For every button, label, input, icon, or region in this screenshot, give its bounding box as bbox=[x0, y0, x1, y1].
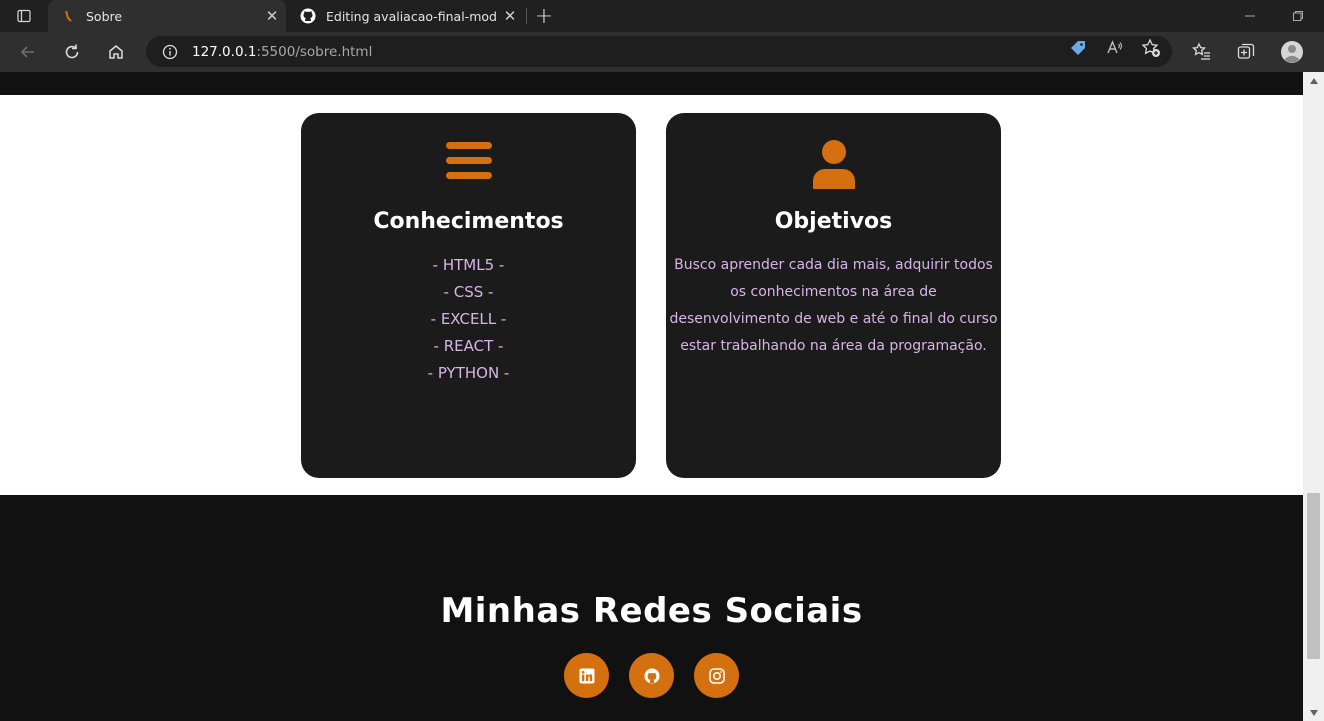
list-item: - CSS - bbox=[443, 283, 494, 301]
tab-divider bbox=[526, 8, 527, 24]
user-icon bbox=[666, 139, 1001, 189]
skills-list: - HTML5 - - CSS - - EXCELL - - REACT - -… bbox=[301, 252, 636, 387]
url-host: 127.0.0.1 bbox=[192, 43, 257, 60]
footer-title: Minhas Redes Sociais bbox=[440, 591, 863, 631]
scroll-down-arrow-icon[interactable] bbox=[1303, 704, 1324, 721]
refresh-icon bbox=[65, 44, 79, 59]
tab-close-icon[interactable]: ✕ bbox=[258, 2, 286, 30]
html-favicon-icon bbox=[60, 8, 76, 24]
linkedin-icon bbox=[579, 668, 594, 683]
github-button[interactable] bbox=[629, 653, 674, 698]
page-viewport: Conhecimentos - HTML5 - - CSS - - EXCELL… bbox=[0, 72, 1303, 721]
card-title: Objetivos bbox=[774, 209, 893, 234]
back-button[interactable] bbox=[12, 36, 44, 68]
minimize-icon bbox=[1245, 15, 1255, 17]
list-item: - EXCELL - bbox=[430, 310, 507, 328]
page-scrollbar[interactable] bbox=[1303, 72, 1324, 721]
address-bar[interactable]: 127.0.0.1:5500/sobre.html bbox=[146, 36, 1172, 67]
scrollbar-thumb[interactable] bbox=[1307, 493, 1320, 659]
avatar-icon bbox=[1281, 41, 1303, 63]
collections-button[interactable] bbox=[1230, 36, 1262, 68]
add-favorite-icon[interactable] bbox=[1141, 38, 1161, 58]
home-icon bbox=[109, 45, 123, 59]
linkedin-button[interactable] bbox=[564, 653, 609, 698]
card-title: Conhecimentos bbox=[373, 209, 564, 234]
tab-actions-icon bbox=[17, 9, 31, 23]
tab-title: Editing avaliacao-final-modulo-fi bbox=[326, 8, 496, 24]
tab-close-icon[interactable]: ✕ bbox=[496, 2, 524, 30]
github-icon bbox=[300, 8, 316, 24]
instagram-icon bbox=[708, 667, 725, 684]
tab-actions-button[interactable] bbox=[0, 0, 48, 32]
profile-button[interactable] bbox=[1276, 36, 1308, 68]
tab-title: Sobre bbox=[86, 8, 123, 24]
list-item: - REACT - bbox=[433, 337, 504, 355]
back-arrow-icon bbox=[20, 46, 34, 58]
objetivos-card: Objetivos Busco aprender cada dia mais, … bbox=[666, 113, 1001, 478]
home-button[interactable] bbox=[100, 36, 132, 68]
coupon-tag-icon[interactable] bbox=[1068, 38, 1088, 58]
favorites-list-icon bbox=[1192, 42, 1210, 60]
page-header-bottom-edge bbox=[0, 72, 1303, 95]
url-text: 127.0.0.1:5500/sobre.html bbox=[192, 44, 372, 60]
restore-icon bbox=[1293, 11, 1303, 21]
new-tab-button[interactable]: + bbox=[530, 2, 558, 30]
conhecimentos-card: Conhecimentos - HTML5 - - CSS - - EXCELL… bbox=[301, 113, 636, 478]
objetivos-text: Busco aprender cada dia mais, adquirir t… bbox=[669, 257, 998, 354]
list-item: - HTML5 - bbox=[432, 256, 505, 274]
footer: Minhas Redes Sociais bbox=[0, 495, 1303, 721]
instagram-button[interactable] bbox=[694, 653, 739, 698]
menu-bars-icon bbox=[301, 139, 636, 189]
browser-toolbar: 127.0.0.1:5500/sobre.html bbox=[0, 32, 1324, 72]
restore-button[interactable] bbox=[1284, 2, 1312, 30]
github-icon bbox=[644, 668, 659, 683]
tab-sobre[interactable]: Sobre ✕ bbox=[48, 0, 286, 32]
read-aloud-icon[interactable] bbox=[1105, 38, 1125, 58]
scroll-up-arrow-icon[interactable] bbox=[1303, 72, 1324, 89]
refresh-button[interactable] bbox=[56, 36, 88, 68]
favorites-button[interactable] bbox=[1186, 36, 1218, 68]
url-path: :5500/sobre.html bbox=[256, 43, 373, 60]
minimize-button[interactable] bbox=[1236, 2, 1264, 30]
browser-tab-bar: Sobre ✕ Editing avaliacao-final-modulo-f… bbox=[0, 0, 1324, 32]
site-info-icon[interactable] bbox=[162, 44, 178, 60]
list-item: - PYTHON - bbox=[427, 364, 510, 382]
collections-icon bbox=[1237, 43, 1255, 59]
tab-github-editing[interactable]: Editing avaliacao-final-modulo-fi ✕ bbox=[288, 0, 524, 32]
